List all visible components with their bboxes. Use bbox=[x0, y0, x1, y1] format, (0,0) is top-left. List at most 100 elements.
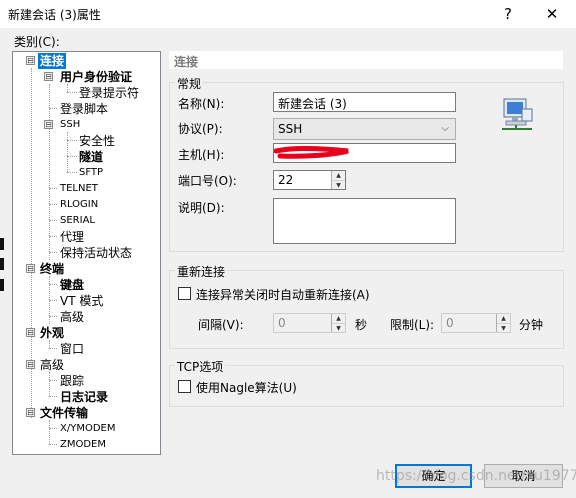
tree-line bbox=[49, 108, 57, 109]
reconnect-group-title: 重新连接 bbox=[175, 263, 228, 280]
interval-label: 间隔(V): bbox=[198, 318, 244, 332]
tree-line bbox=[49, 188, 57, 189]
tree-item-terminal-advanced[interactable]: 高级 bbox=[60, 309, 84, 325]
tree-line bbox=[49, 396, 57, 397]
tree-item-zmodem[interactable]: ZMODEM bbox=[60, 437, 106, 453]
tree-line bbox=[49, 420, 50, 444]
collapse-icon[interactable]: ⊟ bbox=[26, 360, 35, 369]
interval-field[interactable]: 0 ▲ ▼ bbox=[273, 313, 346, 333]
tree-item-security[interactable]: 安全性 bbox=[79, 133, 115, 149]
tree-item-login-prompts[interactable]: 登录提示符 bbox=[79, 85, 139, 101]
tree-line bbox=[49, 284, 57, 285]
help-button[interactable]: ? bbox=[486, 0, 530, 28]
port-value: 22 bbox=[278, 173, 294, 187]
auto-reconnect-label[interactable]: 连接异常关闭时自动重新连接(A) bbox=[196, 286, 370, 303]
redaction-scribble bbox=[274, 145, 349, 159]
spin-up-icon[interactable]: ▲ bbox=[497, 314, 510, 324]
tree-line bbox=[49, 444, 57, 445]
tree-item-trace[interactable]: 跟踪 bbox=[60, 373, 84, 389]
tree-line bbox=[67, 92, 77, 93]
limit-field[interactable]: 0 ▲ ▼ bbox=[441, 313, 511, 333]
chevron-down-icon: ⌵ bbox=[441, 123, 449, 134]
collapse-icon[interactable]: ⊟ bbox=[44, 120, 53, 129]
limit-value: 0 bbox=[446, 316, 454, 330]
tree-item-rlogin[interactable]: RLOGIN bbox=[60, 197, 98, 213]
tree-item-keyboard[interactable]: 键盘 bbox=[60, 277, 84, 293]
tree-line bbox=[67, 172, 77, 173]
tree-item-ssh[interactable]: SSH bbox=[60, 117, 80, 133]
name-field[interactable]: 新建会话 (3) bbox=[273, 92, 456, 112]
tree-item-keepalive[interactable]: 保持活动状态 bbox=[60, 245, 132, 261]
protocol-value: SSH bbox=[278, 122, 303, 136]
collapse-icon[interactable]: ⊟ bbox=[26, 328, 35, 337]
collapse-icon[interactable]: ⊟ bbox=[44, 72, 53, 81]
tree-item-serial[interactable]: SERIAL bbox=[60, 213, 95, 229]
spin-down-icon[interactable]: ▼ bbox=[332, 181, 345, 189]
tree-item-connection[interactable]: 连接 bbox=[38, 53, 67, 69]
protocol-label: 协议(P): bbox=[178, 122, 223, 136]
tree-item-appearance[interactable]: 外观 bbox=[40, 325, 64, 341]
tree-line bbox=[67, 132, 68, 172]
tree-item-sftp[interactable]: SFTP bbox=[79, 165, 103, 181]
interval-spinner[interactable]: ▲ ▼ bbox=[331, 314, 345, 332]
tree-line bbox=[67, 84, 68, 92]
interval-unit: 秒 bbox=[355, 318, 368, 332]
tree-item-vt-mode[interactable]: VT 模式 bbox=[60, 293, 103, 309]
port-field[interactable]: 22 ▲ ▼ bbox=[273, 170, 346, 190]
description-field[interactable] bbox=[273, 198, 456, 244]
collapse-icon[interactable]: ⊟ bbox=[26, 264, 35, 273]
tree-item-advanced[interactable]: 高级 bbox=[40, 357, 64, 373]
spin-down-icon[interactable]: ▼ bbox=[497, 324, 510, 332]
tree-line bbox=[67, 156, 77, 157]
question-icon: ? bbox=[504, 5, 512, 23]
nagle-label[interactable]: 使用Nagle算法(U) bbox=[196, 379, 297, 396]
tree-line bbox=[67, 140, 77, 141]
tree-line bbox=[49, 300, 57, 301]
close-icon: ✕ bbox=[545, 5, 559, 23]
host-label: 主机(H): bbox=[178, 148, 225, 162]
close-button[interactable]: ✕ bbox=[530, 0, 574, 28]
tree-item-telnet[interactable]: TELNET bbox=[60, 181, 98, 197]
panel-header: 连接 bbox=[169, 51, 563, 69]
limit-label: 限制(L): bbox=[390, 318, 435, 332]
panel-header-title: 连接 bbox=[174, 55, 199, 69]
network-computer-icon bbox=[502, 98, 533, 130]
tree-line bbox=[49, 84, 50, 260]
protocol-select[interactable]: SSH ⌵ bbox=[273, 118, 456, 140]
tree-line bbox=[49, 372, 50, 396]
tree-item-proxy[interactable]: 代理 bbox=[60, 229, 84, 245]
collapse-icon[interactable]: ⊟ bbox=[26, 408, 35, 417]
collapse-icon[interactable]: ⊟ bbox=[26, 56, 35, 65]
spin-up-icon[interactable]: ▲ bbox=[332, 314, 345, 324]
category-tree[interactable]: ⊟ ⊟ ⊟ ⊟ ⊟ ⊟ ⊟ 连接 用户身份验证 登录提示符 登录脚本 SSH 安… bbox=[12, 51, 161, 455]
limit-spinner[interactable]: ▲ ▼ bbox=[496, 314, 510, 332]
edge-artifact bbox=[0, 238, 4, 250]
tree-item-window[interactable]: 窗口 bbox=[60, 341, 84, 357]
tree-line bbox=[49, 380, 57, 381]
host-field[interactable] bbox=[273, 143, 456, 163]
spin-down-icon[interactable]: ▼ bbox=[332, 324, 345, 332]
tree-line bbox=[49, 316, 57, 317]
watermark: https://blog.csdn.net/xu1977 bbox=[376, 468, 576, 484]
general-group-title: 常规 bbox=[175, 75, 204, 92]
tree-item-file-transfer[interactable]: 文件传输 bbox=[40, 405, 88, 421]
port-label: 端口号(O): bbox=[178, 174, 237, 188]
tree-line bbox=[49, 340, 50, 348]
tree-item-user-auth[interactable]: 用户身份验证 bbox=[60, 69, 132, 85]
name-label: 名称(N): bbox=[178, 97, 225, 111]
session-properties-dialog: 新建会话 (3)属性 ? ✕ 类别(C): ⊟ ⊟ ⊟ ⊟ ⊟ ⊟ ⊟ 连接 用… bbox=[0, 0, 576, 498]
interval-value: 0 bbox=[278, 316, 286, 330]
nagle-checkbox[interactable] bbox=[178, 380, 191, 393]
tree-item-xymodem[interactable]: X/YMODEM bbox=[60, 421, 115, 437]
edge-artifact bbox=[0, 279, 4, 291]
spin-up-icon[interactable]: ▲ bbox=[332, 171, 345, 181]
tree-item-terminal[interactable]: 终端 bbox=[40, 261, 64, 277]
tree-item-tunnel[interactable]: 隧道 bbox=[79, 149, 103, 165]
tree-item-login-script[interactable]: 登录脚本 bbox=[60, 101, 108, 117]
port-spinner[interactable]: ▲ ▼ bbox=[331, 171, 345, 189]
limit-unit: 分钟 bbox=[519, 318, 544, 332]
tree-item-logging[interactable]: 日志记录 bbox=[60, 389, 108, 405]
auto-reconnect-checkbox[interactable] bbox=[178, 287, 191, 300]
window-title: 新建会话 (3)属性 bbox=[8, 8, 101, 22]
tree-line bbox=[49, 204, 57, 205]
